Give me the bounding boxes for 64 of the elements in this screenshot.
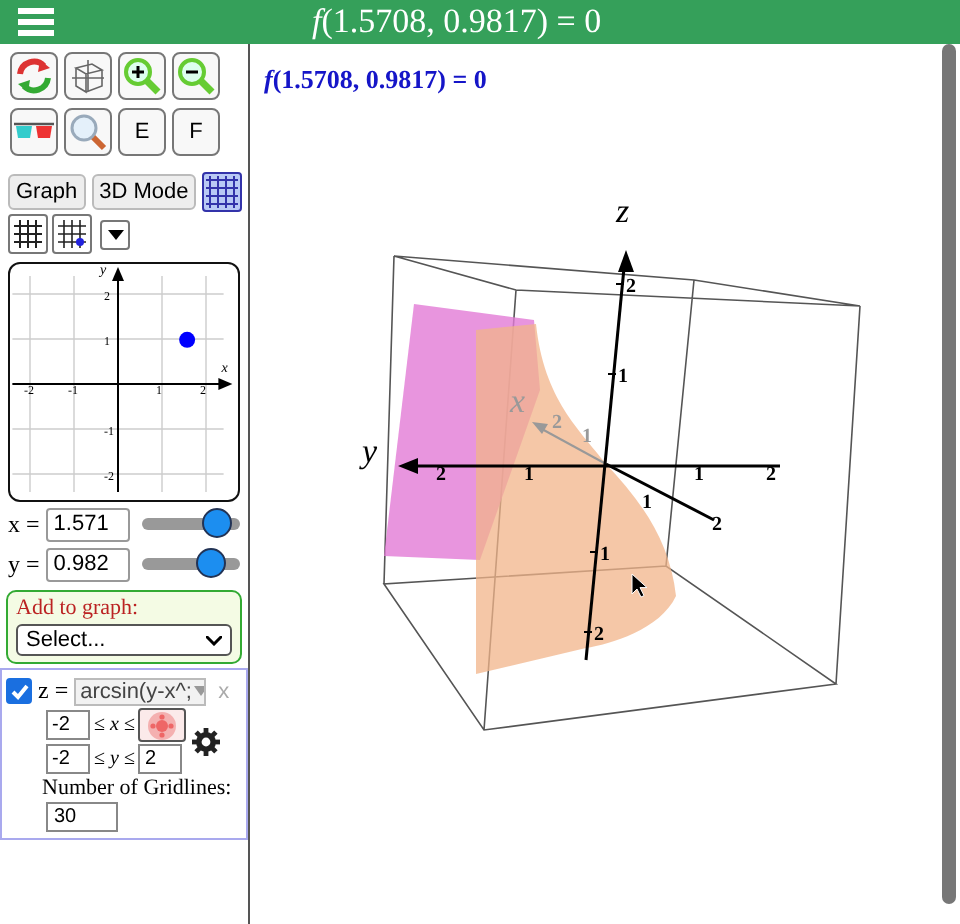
slider[interactable] — [141, 548, 240, 580]
select-dropdown[interactable]: Select... — [16, 624, 232, 656]
bound-field[interactable]: -2 — [46, 744, 90, 774]
tick-label: 2 — [552, 412, 562, 434]
gridlines-field[interactable]: 30 — [46, 802, 118, 832]
tick-label: 1 — [694, 464, 704, 486]
function-value-title: f(1.5708, 0.9817) = 0 — [312, 2, 602, 42]
graph-canvas[interactable]: f(1.5708, 0.9817) = 0 2 1 1 2 2 1 1 2 1 2 1 2 z y x — [250, 44, 960, 924]
tick-mark — [615, 283, 625, 285]
value-field[interactable]: 0.982 — [45, 547, 130, 581]
tick-mark — [607, 373, 617, 375]
bound-relation: ≤ x ≤ — [94, 714, 135, 736]
expression-field[interactable]: arcsin(y-x^; — [74, 677, 207, 705]
dropdown-button[interactable] — [100, 219, 130, 249]
point-marker[interactable] — [179, 331, 196, 348]
slider[interactable] — [141, 508, 240, 540]
view-button[interactable]: E — [118, 108, 166, 156]
checkbox[interactable] — [6, 678, 32, 704]
tick-mark — [583, 631, 593, 633]
caret-icon — [107, 229, 123, 239]
flower-icon[interactable] — [138, 708, 187, 742]
tick-label: 2 — [436, 464, 446, 486]
scrollbar[interactable] — [942, 44, 956, 904]
mode-button[interactable]: 3D Mode — [91, 174, 197, 210]
add-to-graph-label: Add to graph: — [16, 596, 141, 620]
mode-button[interactable]: Graph — [8, 174, 86, 210]
function-value-readout: f(1.5708, 0.9817) = 0 — [264, 64, 487, 96]
tick-label: 1 — [582, 426, 592, 448]
point-grid-icon[interactable] — [52, 214, 92, 254]
zoom-in-icon[interactable] — [118, 52, 166, 100]
axis-label: x — [510, 382, 526, 420]
tick-label: 2 — [626, 276, 636, 298]
grid-icon[interactable] — [8, 214, 48, 254]
zoom-out-icon[interactable] — [172, 52, 220, 100]
cursor-icon — [631, 573, 648, 598]
axis-label: z — [616, 192, 630, 230]
tick-label: 1 — [524, 464, 534, 486]
bound-field[interactable]: 2 — [138, 744, 183, 774]
gridlines-label: Number of Gridlines: — [40, 776, 234, 800]
tick-label: 2 — [712, 514, 722, 536]
tick-label: 1 — [600, 544, 610, 566]
tick-mark — [589, 551, 599, 553]
caret-icon — [193, 686, 205, 696]
axis-label: y — [362, 432, 378, 470]
bound-relation: ≤ y ≤ — [94, 748, 135, 770]
view-button[interactable]: F — [172, 108, 220, 156]
tick-label: 1 — [642, 492, 652, 514]
slider-thumb[interactable] — [196, 548, 227, 578]
bound-field[interactable]: -2 — [46, 710, 90, 740]
variable-label: x = — [8, 509, 40, 539]
value-field[interactable]: 1.571 — [45, 507, 130, 541]
chevron-icon — [206, 635, 222, 645]
tick-label: 1 — [618, 366, 628, 388]
glasses-icon[interactable] — [10, 108, 58, 156]
variable-label: y = — [8, 549, 40, 579]
slider-thumb[interactable] — [201, 508, 232, 538]
box-icon[interactable] — [64, 52, 112, 100]
tick-label: 2 — [766, 464, 776, 486]
settings-icon[interactable] — [192, 727, 221, 755]
equation-label: z = — [38, 676, 69, 706]
rotate-icon[interactable] — [10, 52, 58, 100]
search-icon[interactable] — [64, 108, 112, 156]
grid-icon[interactable] — [202, 172, 243, 212]
tick-label: 2 — [594, 624, 604, 646]
